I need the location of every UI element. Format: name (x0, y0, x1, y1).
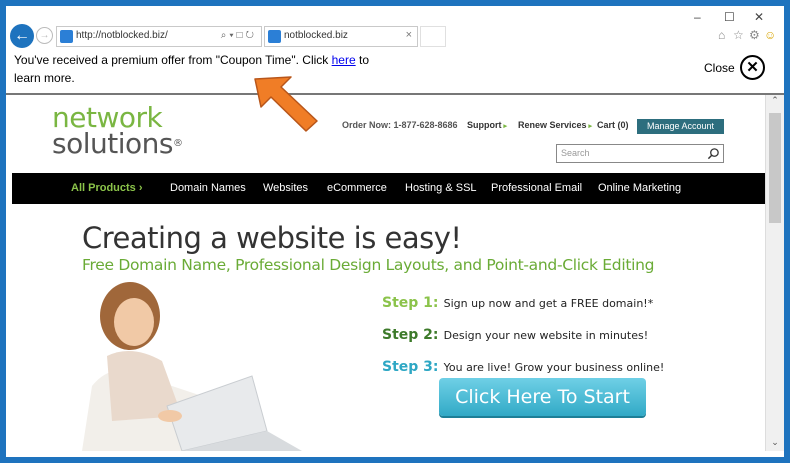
click-here-to-start-button[interactable]: Click Here To Start (439, 378, 646, 416)
step-2-label: Step 2: (382, 327, 439, 343)
nav-websites[interactable]: Websites (263, 182, 308, 194)
site-search-field[interactable]: Search (556, 144, 724, 163)
hero-title: Creating a website is easy! (82, 221, 462, 255)
cart-link[interactable]: Cart (0) (597, 120, 629, 130)
scroll-up-icon[interactable]: ⌃ (766, 95, 784, 109)
page-icon (60, 30, 73, 43)
renew-caret-icon: ▸ (586, 123, 593, 130)
search-refresh-icons[interactable]: ⌕▾□↻ (221, 30, 257, 41)
address-url[interactable]: http://notblocked.biz/ (76, 30, 168, 41)
orange-arrow-annotation (254, 76, 318, 132)
nav-domain-names[interactable]: Domain Names (170, 182, 246, 194)
notification-message: You've received a premium offer from "Co… (14, 51, 394, 87)
web-page: network solutions® Order Now: 1-877-628-… (12, 95, 765, 451)
forward-button[interactable]: → (36, 27, 53, 44)
star-icon[interactable]: ☆ (733, 28, 744, 42)
step-2-text: Design your new website in minutes! (443, 329, 649, 342)
tab-favicon-icon (268, 30, 281, 43)
smiley-icon[interactable]: ☺ (764, 28, 776, 42)
notification-close-button[interactable]: ✕ (740, 55, 765, 80)
browser-window: ← → http://notblocked.biz/ ⌕▾□↻ notblock… (0, 0, 790, 463)
hero-banner[interactable]: Creating a website is easy! Free Domain … (12, 204, 765, 451)
step-3: Step 3: You are live! Grow your business… (382, 356, 664, 375)
step-1: Step 1: Sign up now and get a FREE domai… (382, 292, 653, 311)
support-label: Support (467, 120, 502, 130)
step-1-label: Step 1: (382, 295, 439, 311)
browser-tab[interactable]: notblocked.biz × (264, 26, 418, 47)
nav-ecommerce[interactable]: eCommerce (327, 182, 387, 194)
site-logo[interactable]: network solutions® (52, 104, 183, 160)
woman-laptop-image (82, 282, 302, 451)
gear-icon[interactable]: ⚙ (749, 28, 760, 42)
notification-close-label[interactable]: Close (704, 61, 735, 75)
support-caret-icon: ▸ (501, 123, 507, 130)
nav-all-products[interactable]: All Products › (71, 182, 143, 194)
home-icon[interactable]: ⌂ (718, 28, 725, 42)
step-1-text: Sign up now and get a FREE domain!* (443, 297, 654, 310)
page-scrollbar[interactable]: ⌃ ⌄ (765, 95, 784, 451)
step-2: Step 2: Design your new website in minut… (382, 324, 648, 343)
search-placeholder: Search (561, 148, 590, 158)
logo-registered-mark: ® (172, 138, 183, 149)
new-tab-button[interactable] (420, 26, 446, 47)
back-button[interactable]: ← (10, 24, 34, 48)
support-link[interactable]: Support ▸ (467, 120, 507, 130)
notification-here-link[interactable]: here (332, 53, 356, 67)
browser-toolbar: ← → http://notblocked.biz/ ⌕▾□↻ notblock… (6, 6, 784, 48)
maximize-button[interactable]: ☐ (724, 10, 735, 24)
hero-subtitle: Free Domain Name, Professional Design La… (82, 256, 655, 274)
logo-solutions: solutions (52, 127, 173, 160)
close-window-button[interactable]: ✕ (754, 10, 764, 24)
nav-professional-email[interactable]: Professional Email (491, 182, 582, 194)
order-now-phone: Order Now: 1-877-628-8686 (342, 120, 458, 130)
scroll-thumb[interactable] (769, 113, 781, 223)
tab-title: notblocked.biz (284, 30, 348, 41)
minimize-button[interactable]: – (694, 10, 701, 24)
main-nav-bar: All Products › Domain Names Websites eCo… (12, 173, 765, 204)
search-icon[interactable] (707, 147, 720, 160)
nav-online-marketing[interactable]: Online Marketing (598, 182, 681, 194)
address-bar[interactable]: http://notblocked.biz/ ⌕▾□↻ (56, 26, 262, 47)
nav-hosting-ssl[interactable]: Hosting & SSL (405, 182, 477, 194)
tab-close-icon[interactable]: × (406, 29, 412, 41)
step-3-label: Step 3: (382, 359, 439, 375)
manage-account-button[interactable]: Manage Account (637, 119, 724, 134)
step-3-text: You are live! Grow your business online! (443, 361, 665, 374)
scroll-down-icon[interactable]: ⌄ (766, 437, 784, 451)
renew-label: Renew Services (518, 120, 587, 130)
renew-services-link[interactable]: Renew Services ▸ (518, 120, 592, 130)
notification-text-start: You've received a premium offer from "Co… (14, 53, 332, 67)
adware-notification-bar: You've received a premium offer from "Co… (6, 48, 784, 95)
